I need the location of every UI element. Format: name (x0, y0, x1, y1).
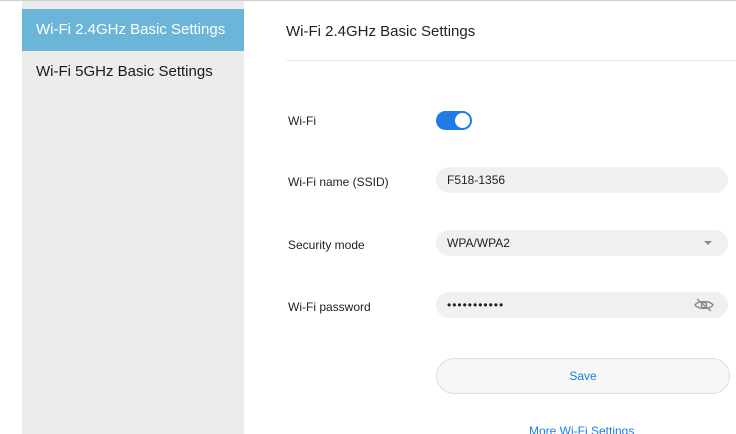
password-field[interactable]: ••••••••••• (436, 292, 728, 318)
sidebar-item-wifi-2-4ghz[interactable]: Wi-Fi 2.4GHz Basic Settings (22, 9, 244, 51)
more-wifi-settings-link[interactable]: More Wi-Fi Settings (529, 424, 634, 434)
password-value: ••••••••••• (447, 298, 505, 312)
password-label: Wi-Fi password (288, 300, 371, 314)
save-button[interactable]: Save (436, 358, 730, 394)
chevron-down-icon (704, 241, 712, 245)
main-panel: Wi-Fi 2.4GHz Basic Settings Wi-Fi Wi-Fi … (244, 1, 736, 434)
page-title: Wi-Fi 2.4GHz Basic Settings (286, 23, 476, 40)
ssid-input[interactable] (436, 167, 728, 193)
toggle-knob (455, 113, 470, 128)
wifi-label: Wi-Fi (288, 114, 316, 128)
eye-off-icon[interactable] (693, 297, 715, 313)
title-divider (286, 60, 736, 61)
ssid-label: Wi-Fi name (SSID) (288, 175, 389, 189)
sidebar: Wi-Fi 2.4GHz Basic Settings Wi-Fi 5GHz B… (22, 1, 244, 434)
security-mode-value: WPA/WPA2 (447, 236, 510, 250)
wifi-toggle[interactable] (436, 111, 472, 130)
security-mode-select[interactable]: WPA/WPA2 (436, 230, 728, 256)
security-mode-label: Security mode (288, 238, 365, 252)
sidebar-item-wifi-5ghz[interactable]: Wi-Fi 5GHz Basic Settings (22, 51, 244, 93)
